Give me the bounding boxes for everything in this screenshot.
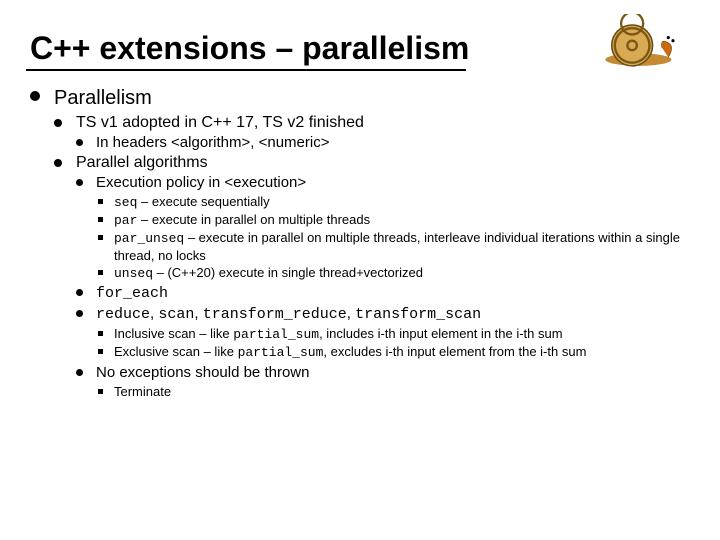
sep: , <box>347 305 355 322</box>
policy-unseq: unseq – (C++20) execute in single thread… <box>96 265 690 282</box>
snail-icon <box>600 14 680 74</box>
code: for_each <box>96 285 168 302</box>
scan-inclusive: Inclusive scan – like partial_sum, inclu… <box>96 326 690 343</box>
text: Parallel algorithms <box>76 154 208 171</box>
text: In headers <algorithm>, <numeric> <box>96 134 329 151</box>
post: , excludes i-th input element from the i… <box>323 344 586 359</box>
policy-seq: seq – execute sequentially <box>96 194 690 211</box>
bullet-alg-list: reduce, scan, transform_reduce, transfor… <box>76 305 690 362</box>
bullet-headers: In headers <algorithm>, <numeric> <box>76 134 690 152</box>
desc: – execute sequentially <box>137 194 269 209</box>
code: par_unseq <box>114 231 184 246</box>
text: Execution policy in <execution> <box>96 174 306 191</box>
text: Terminate <box>114 384 171 399</box>
bullet-parallel-algorithms: Parallel algorithms Execution policy in … <box>54 154 690 400</box>
bullet-execution-policy: Execution policy in <execution> seq – ex… <box>76 174 690 282</box>
code: transform_reduce <box>203 306 347 323</box>
code: unseq <box>114 266 153 281</box>
slide-title: C++ extensions – parallelism <box>30 30 690 67</box>
policy-par-unseq: par_unseq – execute in parallel on multi… <box>96 230 690 264</box>
code: seq <box>114 195 137 210</box>
code: par <box>114 213 137 228</box>
bullet-for-each: for_each <box>76 284 690 303</box>
code: scan <box>158 306 194 323</box>
pre: Inclusive scan – like <box>114 326 233 341</box>
code: partial_sum <box>238 345 324 360</box>
sep: , <box>194 305 202 322</box>
code: reduce <box>96 306 150 323</box>
bullet-terminate: Terminate <box>96 384 690 400</box>
text: TS v1 adopted in C++ 17, TS v2 finished <box>76 114 364 131</box>
desc: – execute in parallel on multiple thread… <box>114 230 680 262</box>
code: partial_sum <box>233 327 319 342</box>
text: No exceptions should be thrown <box>96 364 309 381</box>
title-underline <box>26 69 466 71</box>
bullet-parallelism: Parallelism TS v1 adopted in C++ 17, TS … <box>30 87 690 400</box>
scan-exclusive: Exclusive scan – like partial_sum, exclu… <box>96 344 690 361</box>
post: , includes i-th input element in the i-t… <box>319 326 563 341</box>
policy-par: par – execute in parallel on multiple th… <box>96 212 690 229</box>
bullet-no-exceptions: No exceptions should be thrown Terminate <box>76 364 690 400</box>
pre: Exclusive scan – like <box>114 344 238 359</box>
desc: – execute in parallel on multiple thread… <box>137 212 370 227</box>
bullet-ts-adopted: TS v1 adopted in C++ 17, TS v2 finished … <box>54 114 690 152</box>
desc: – (C++20) execute in single thread+vecto… <box>153 265 423 280</box>
text: Parallelism <box>54 87 152 109</box>
code: transform_scan <box>355 306 481 323</box>
